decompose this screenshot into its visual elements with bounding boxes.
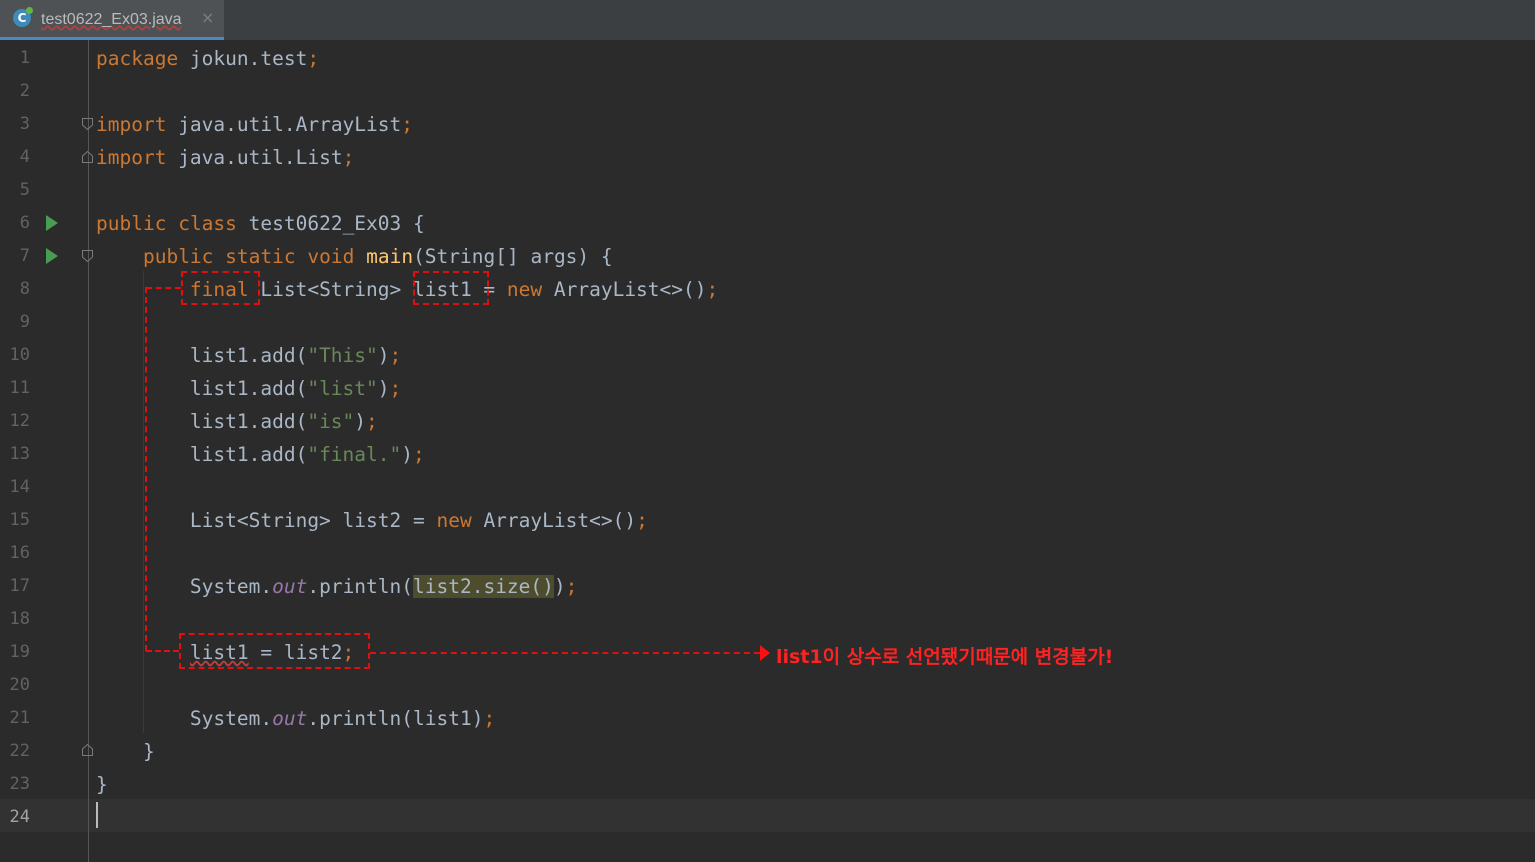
code-line-6[interactable]: 6 public class test0622_Ex03 { [0,207,1535,240]
text-cursor [96,802,98,828]
line-number: 7 [19,246,30,266]
code-text[interactable]: list1.add("list"); [96,372,401,405]
line-number: 4 [19,147,30,167]
code-line-1[interactable]: 1 package jokun.test; [0,42,1535,75]
code-text[interactable]: import java.util.List; [96,141,354,174]
java-class-icon: C [13,7,33,27]
close-icon[interactable]: × [201,8,214,27]
code-line-15[interactable]: 15 List<String> list2 = new ArrayList<>(… [0,504,1535,537]
code-text[interactable]: public class test0622_Ex03 { [96,207,425,240]
line-number: 10 [9,345,30,365]
code-line-9[interactable]: 9 [0,306,1535,339]
annotation-arrow-icon [760,645,770,661]
code-line-20[interactable]: 20 [0,669,1535,702]
annotation-box-final [181,271,260,305]
line-number: 22 [9,741,30,761]
code-text[interactable]: System.out.println(list1); [96,702,495,735]
annotation-box-list1-decl [413,271,489,305]
editor-tab-bar: C test0622_Ex03.java × [0,0,1535,40]
line-number: 21 [9,708,30,728]
code-line-12[interactable]: 12 list1.add("is"); [0,405,1535,438]
line-number: 24 [9,807,30,827]
annotation-box-reassign [179,633,370,669]
annotation-arrow-line [370,652,760,654]
code-line-14[interactable]: 14 [0,471,1535,504]
line-number: 13 [9,444,30,464]
code-line-7[interactable]: 7 public static void main(String[] args)… [0,240,1535,273]
code-text[interactable]: list1.add("This"); [96,339,401,372]
line-number: 19 [9,642,30,662]
line-number: 15 [9,510,30,530]
line-number: 12 [9,411,30,431]
code-editor[interactable]: 1 package jokun.test; 2 3 import java.util.A… [0,40,1535,862]
code-line-13[interactable]: 13 list1.add("final."); [0,438,1535,471]
code-text[interactable]: System.out.println(list2.size()); [96,570,577,603]
code-line-24[interactable]: 24 [0,801,1535,834]
code-text[interactable]: import java.util.ArrayList; [96,108,413,141]
line-number: 17 [9,576,30,596]
line-number: 8 [19,279,30,299]
line-number: 9 [19,312,30,332]
annotation-connector [145,287,147,651]
line-number: 1 [19,48,30,68]
code-text[interactable]: } [96,735,155,768]
code-line-3[interactable]: 3 import java.util.ArrayList; [0,108,1535,141]
code-text[interactable]: package jokun.test; [96,42,319,75]
code-line-5[interactable]: 5 [0,174,1535,207]
line-number: 20 [9,675,30,695]
annotation-connector [146,287,181,289]
line-number: 16 [9,543,30,563]
code-line-23[interactable]: 23} [0,768,1535,801]
tab-test0622-ex03[interactable]: C test0622_Ex03.java × [0,0,224,40]
line-number: 6 [19,213,30,233]
code-text[interactable]: public static void main(String[] args) { [96,240,613,273]
code-line-21[interactable]: 21 System.out.println(list1); [0,702,1535,735]
line-number: 5 [19,180,30,200]
code-text[interactable]: list1.add("is"); [96,405,378,438]
code-line-18[interactable]: 18 [0,603,1535,636]
line-number: 18 [9,609,30,629]
line-number: 14 [9,477,30,497]
annotation-connector [146,650,179,652]
code-line-17[interactable]: 17 System.out.println(list2.size()); [0,570,1535,603]
tab-label: test0622_Ex03.java [41,11,182,28]
code-line-11[interactable]: 11 list1.add("list"); [0,372,1535,405]
code-line-16[interactable]: 16 [0,537,1535,570]
code-text[interactable]: List<String> list2 = new ArrayList<>(); [96,504,648,537]
code-text[interactable]: } [96,768,108,801]
code-line-22[interactable]: 22 } [0,735,1535,768]
line-number: 2 [19,81,30,101]
line-number: 3 [19,114,30,134]
line-number: 11 [9,378,30,398]
code-line-2[interactable]: 2 [0,75,1535,108]
line-number: 23 [9,774,30,794]
annotation-text: list1이 상수로 선언됐기때문에 변경불가! [776,646,1114,668]
code-line-4[interactable]: 4 import java.util.List; [0,141,1535,174]
code-line-10[interactable]: 10 list1.add("This"); [0,339,1535,372]
